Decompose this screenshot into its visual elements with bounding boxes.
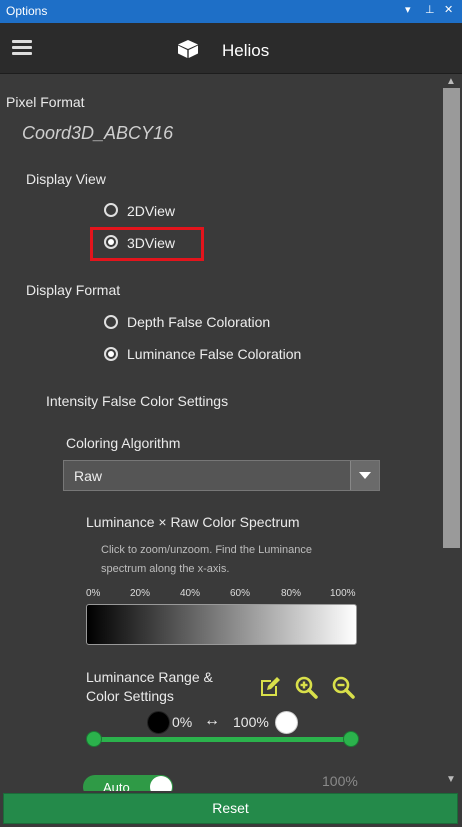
options-panel: Pixel Format Coord3D_ABCY16 Display View… [0,74,441,791]
radio-2dview[interactable] [104,203,118,217]
scrollbar-thumb[interactable] [443,88,460,548]
dropdown-icon[interactable]: ▾ [405,3,411,16]
chevron-down-icon[interactable] [350,461,379,490]
tick-label: 20% [130,588,151,599]
coloring-algorithm-select[interactable]: Raw [63,460,380,491]
coloring-algorithm-value: Raw [74,468,103,484]
app-header: Helios [0,23,462,74]
auto-toggle-label: Auto [103,780,130,791]
tick-label: 100% [330,588,356,599]
app-title: Helios [222,41,270,60]
highlight-box [90,227,204,261]
range-title-line1: Luminance Range & [86,669,213,685]
window-title: Options [6,4,48,18]
range-arrow-icon: ↔ [204,712,220,729]
scroll-up-icon[interactable]: ▲ [446,76,456,87]
luminance-spectrum-bar[interactable] [86,604,357,645]
tick-label: 0% [86,588,101,599]
intensity-settings-label: Intensity False Color Settings [46,393,229,409]
close-icon[interactable]: ✕ [444,3,453,16]
slider-min-thumb[interactable] [86,731,102,747]
chevron-down-icon[interactable]: ▼ [446,774,456,785]
coloring-algorithm-label: Coloring Algorithm [66,435,181,451]
edit-icon[interactable] [258,675,282,699]
pin-icon[interactable]: ⊥ [425,3,435,16]
radio-depth-false-coloration[interactable] [104,315,118,329]
tick-label: 60% [230,588,251,599]
radio-luminance-false-coloration[interactable] [104,347,118,361]
range-max-color-knob[interactable] [275,711,298,734]
range-max-label: 100% [233,714,269,730]
scrollbar[interactable]: ▲ ▼ [441,74,462,791]
partial-value: 100% [322,773,358,789]
radio-depth-label[interactable]: Depth False Coloration [127,314,270,330]
radio-luminance-label[interactable]: Luminance False Coloration [127,346,301,362]
range-title-line2: Color Settings [86,688,174,704]
display-format-label: Display Format [26,282,121,298]
display-view-label: Display View [26,171,106,187]
spectrum-hint-line1: Click to zoom/unzoom. Find the Luminance [101,544,312,556]
cube-icon [178,40,198,58]
auto-toggle[interactable]: Auto [83,775,173,791]
hamburger-icon[interactable] [12,40,32,56]
toggle-thumb [150,776,172,791]
spectrum-title: Luminance × Raw Color Spectrum [86,514,300,530]
pixel-format-value: Coord3D_ABCY16 [22,123,174,143]
zoom-in-icon[interactable] [294,675,318,699]
tick-label: 80% [281,588,302,599]
radio-2dview-label[interactable]: 2DView [127,203,175,219]
slider-max-thumb[interactable] [343,731,359,747]
zoom-out-icon[interactable] [331,675,355,699]
tick-label: 40% [180,588,201,599]
pixel-format-label: Pixel Format [6,94,85,110]
range-min-label: 0% [172,714,193,730]
luminance-range-slider[interactable] [94,737,351,742]
reset-button[interactable]: Reset [3,793,458,824]
spectrum-hint-line2: spectrum along the x-axis. [101,563,230,575]
range-min-color-knob[interactable] [147,711,170,734]
window-titlebar: Options ▾ ⊥ ✕ [0,0,462,23]
